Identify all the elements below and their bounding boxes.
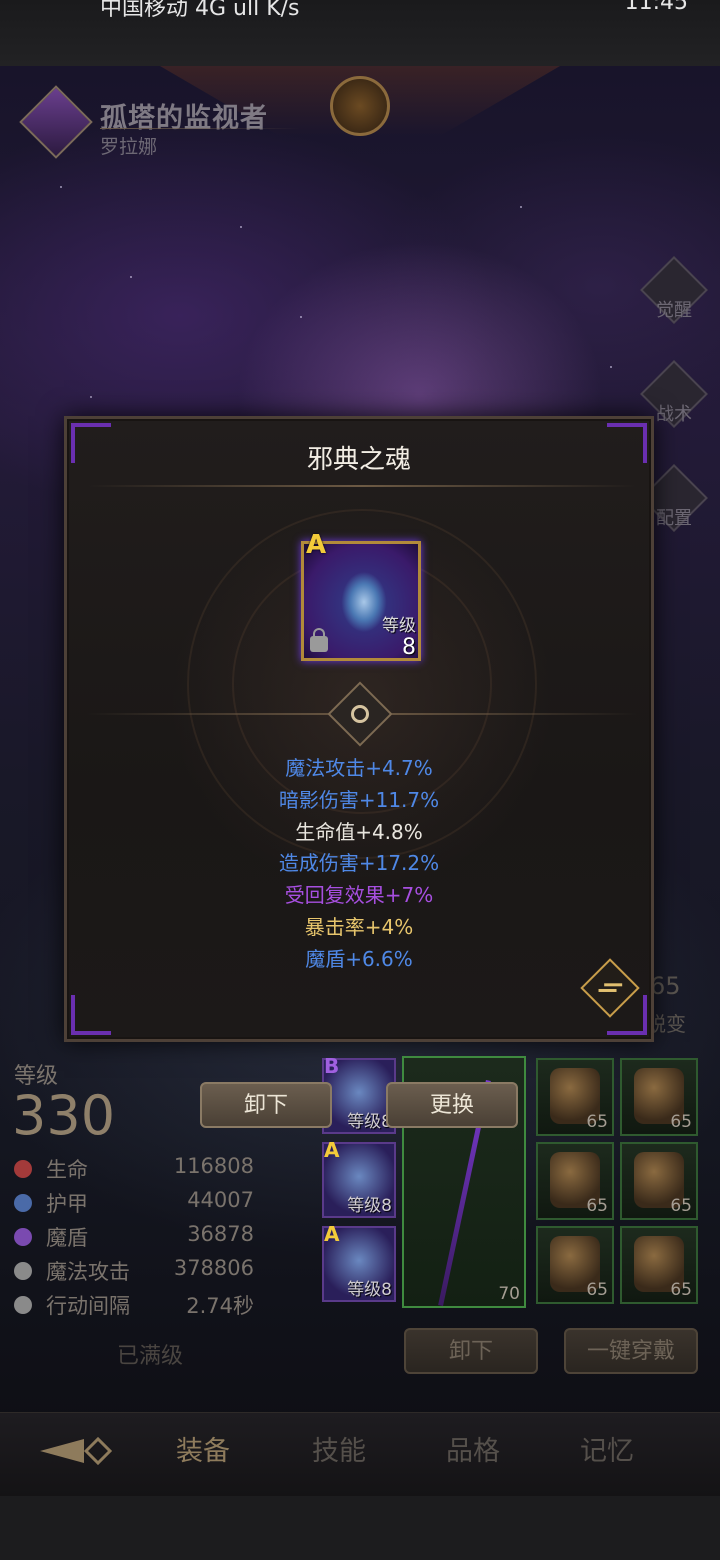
attr-row-magic-attack: 魔法攻击 378806 [14,1256,254,1286]
rune-level: 等级8 [347,1196,392,1216]
stat-list: 魔法攻击+4.7% 暗影伤害+11.7% 生命值+4.8% 造成伤害+17.2%… [67,753,651,976]
carrier-text: 中国移动 4G ull K/s [100,0,300,21]
corner-ornament [71,995,111,1035]
wand-icon [14,1262,32,1280]
attr-row-action-interval: 行动间隔 2.74秒 [14,1290,254,1320]
tactics-label: 战术 [656,404,692,425]
swap-icon [604,983,623,987]
config-label: 配置 [656,508,692,529]
rune-grade: B [324,1054,340,1078]
stat-line: 生命值+4.8% [295,819,423,844]
unequip-all-button[interactable]: 卸下 [404,1328,538,1374]
awaken-label: 觉醒 [656,300,692,321]
gear-level: 65 [586,1280,608,1300]
rune-slot[interactable]: A 等级8 [322,1222,396,1302]
gear-slot-chest[interactable]: 65 [620,1058,698,1136]
attr-row-hp: 生命 116808 [14,1154,254,1184]
stat-line: 魔法攻击+4.7% [285,756,433,780]
clock: 11:45 [624,0,688,15]
system-nav-bar [0,1496,720,1560]
gear-slot-helmet[interactable]: 65 [536,1058,614,1136]
modal-title: 邪典之魂 [306,445,411,475]
awaken-button[interactable]: 觉醒 [640,256,708,326]
rune-grade: A [324,1138,340,1162]
tab-character[interactable]: 品格 [446,1429,500,1468]
gear-level: 65 [670,1280,692,1300]
attr-label: 生命 [46,1158,88,1182]
swap-icon [598,988,617,992]
attr-value: 44007 [187,1188,254,1212]
side-level-value: 65 [650,972,681,1000]
gear-level: 65 [586,1112,608,1132]
cross-icon [14,1160,32,1178]
max-level-label: 已满级 [116,1344,183,1369]
gear-slot-belt[interactable]: 65 [620,1142,698,1220]
swirl-icon [14,1228,32,1246]
tab-skills[interactable]: 技能 [312,1429,366,1468]
bottom-tab-bar: 装备 技能 品格 记忆 [0,1412,720,1496]
stat-line: 造成伤害+17.2% [278,851,440,876]
hero-title-underline [100,128,300,129]
crest-emblem-icon [330,76,390,136]
stat-line: 受回复效果+7% [284,883,434,908]
stat-line: 魔盾+6.6% [305,946,413,971]
tab-equipment[interactable]: 装备 [176,1429,230,1468]
hero-title: 孤塔的监视者 [100,103,268,134]
replace-button[interactable]: 更换 [386,1082,518,1128]
attr-value: 2.74秒 [186,1294,254,1318]
unequip-button[interactable]: 卸下 [200,1082,332,1128]
back-arrow-icon[interactable] [40,1431,120,1471]
attr-label: 魔盾 [46,1226,88,1250]
gear-slot-necklace[interactable]: 65 [536,1226,614,1304]
search-icon [351,705,369,723]
item-grade: A [306,530,327,560]
shield-icon [14,1194,32,1212]
weapon-level: 70 [498,1284,520,1304]
rune-level: 等级8 [347,1280,392,1300]
hero-class-icon[interactable] [19,85,93,159]
wing-icon [14,1296,32,1314]
item-level-value: 8 [402,635,416,660]
gear-level: 65 [670,1112,692,1132]
attr-value: 116808 [173,1154,254,1178]
gear-slot-boots[interactable]: 65 [620,1226,698,1304]
rune-grade: A [324,1222,340,1246]
title-divider [87,485,637,487]
gear-slot-gloves[interactable]: 65 [536,1142,614,1220]
level-value: 330 [12,1084,116,1147]
attr-value: 36878 [187,1222,254,1246]
one-click-equip-button[interactable]: 一键穿戴 [564,1328,698,1374]
attr-label: 魔法攻击 [46,1260,130,1284]
attr-row-armor: 护甲 44007 [14,1188,254,1218]
item-icon[interactable]: A 等级 8 [301,530,421,661]
gear-level: 65 [586,1196,608,1216]
rune-slot[interactable]: B 等级8 [322,1054,396,1134]
stat-line: 暴击率+4% [304,914,414,939]
item-level-label: 等级 [382,616,416,636]
attr-value: 378806 [173,1256,254,1280]
hero-name: 罗拉娜 [100,136,158,158]
rune-slot[interactable]: A 等级8 [322,1138,396,1218]
lock-icon [310,628,328,652]
tab-memory[interactable]: 记忆 [580,1429,634,1468]
attr-label: 护甲 [46,1192,88,1216]
attr-label: 行动间隔 [46,1294,130,1318]
status-bar: 中国移动 4G ull K/s 11:45 [0,0,720,66]
gear-level: 65 [670,1196,692,1216]
equipment-detail-modal: 邪典之魂 A 等级 8 魔法攻击+4.7% 暗影伤害+11.7% 生命值+4.8… [64,416,654,1042]
attr-row-shield: 魔盾 36878 [14,1222,254,1252]
stat-line: 暗影伤害+11.7% [278,787,440,812]
